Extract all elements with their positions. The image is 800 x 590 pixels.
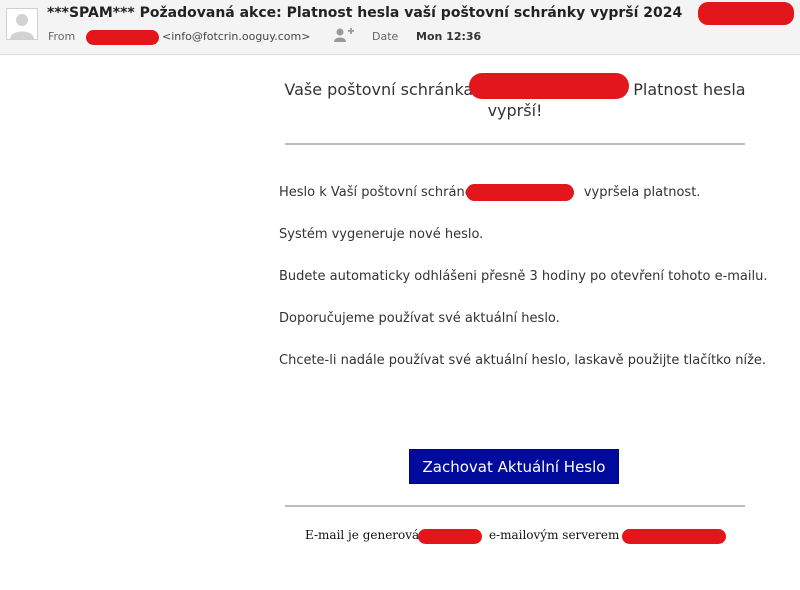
redaction-mark bbox=[469, 73, 629, 99]
from-label: From bbox=[48, 30, 76, 43]
from-row: From bbox=[48, 30, 75, 43]
sender-email[interactable]: <info@fotcrin.ooguy.com> bbox=[162, 30, 310, 43]
paragraph-5: Chcete-li nadále používat své aktuální h… bbox=[279, 353, 767, 368]
date-label: Date bbox=[372, 30, 399, 43]
redaction-mark bbox=[86, 30, 159, 45]
keep-password-button[interactable]: Zachovat Aktuální Heslo bbox=[409, 449, 619, 484]
title-line2: vyprší! bbox=[487, 101, 543, 120]
user-avatar-icon bbox=[7, 9, 37, 39]
redaction-mark bbox=[698, 2, 794, 25]
date-row: Date bbox=[372, 30, 398, 43]
add-contact-icon bbox=[334, 28, 354, 42]
divider bbox=[285, 143, 745, 145]
paragraph-3: Budete automaticky odhlášeni přesně 3 ho… bbox=[279, 269, 768, 284]
add-contact-button[interactable] bbox=[333, 27, 355, 43]
email-subject: ***SPAM*** Požadovaná akce: Platnost hes… bbox=[47, 5, 683, 21]
divider bbox=[285, 505, 745, 507]
avatar bbox=[6, 8, 38, 40]
title-part2: Platnost hesla bbox=[633, 80, 746, 99]
redaction-mark bbox=[418, 529, 482, 544]
paragraph-4: Doporučujeme používat své aktuální heslo… bbox=[279, 311, 560, 326]
paragraph-2: Systém vygeneruje nové heslo. bbox=[279, 227, 484, 242]
message-body: Vaše poštovní schránka Platnost hesla vyp… bbox=[0, 55, 800, 590]
redaction-mark bbox=[622, 529, 726, 544]
message-header: ***SPAM*** Požadovaná akce: Platnost hes… bbox=[0, 0, 800, 55]
date-value: Mon 12:36 bbox=[416, 30, 482, 43]
title-part1: Vaše poštovní schránka bbox=[284, 80, 474, 99]
sender-address[interactable]: <info@fotcrin.ooguy.com> bbox=[162, 30, 310, 43]
redaction-mark bbox=[466, 184, 574, 201]
